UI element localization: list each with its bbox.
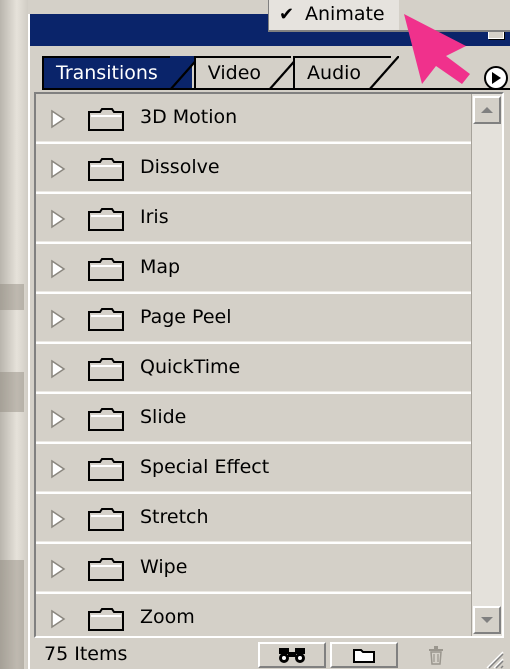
- triangle-right-icon[interactable]: [50, 559, 66, 579]
- background-artifact: [0, 372, 24, 412]
- scroll-up-button[interactable]: [473, 96, 501, 124]
- folder-icon: [88, 358, 124, 381]
- arrow-up-icon: [481, 107, 493, 113]
- menu-item-animate[interactable]: ✔ Animate: [269, 0, 399, 30]
- list-item[interactable]: Dissolve: [36, 144, 472, 194]
- tab-label: Audio: [307, 62, 362, 84]
- trash-icon: [429, 646, 443, 665]
- vertical-scrollbar[interactable]: [471, 94, 502, 636]
- list-item-label: Wipe: [140, 556, 188, 578]
- delete-button[interactable]: [402, 642, 470, 668]
- list-item-label: Page Peel: [140, 306, 232, 328]
- scroll-down-button[interactable]: [473, 606, 501, 634]
- tab-transitions[interactable]: Transitions: [42, 56, 200, 90]
- folder-icon: [88, 108, 124, 131]
- list-item-label: Zoom: [140, 606, 195, 628]
- folder-icon: [88, 558, 124, 581]
- folder-icon: [88, 208, 124, 231]
- panel-menu-arrow-icon: [492, 72, 501, 84]
- list-item[interactable]: Stretch: [36, 494, 472, 544]
- arrow-down-icon: [481, 617, 493, 623]
- list-item[interactable]: Page Peel: [36, 294, 472, 344]
- folder-icon: [88, 258, 124, 281]
- list-item-label: Stretch: [140, 506, 209, 528]
- tab-label: Video: [207, 62, 262, 84]
- background-artifact: [0, 560, 24, 669]
- list-item-label: QuickTime: [140, 356, 241, 378]
- list-item[interactable]: Iris: [36, 194, 472, 244]
- list-item[interactable]: Zoom: [36, 594, 472, 636]
- menu-item-label: Animate: [305, 3, 385, 25]
- transitions-list-frame: 3D Motion Dissolve Iris Map Page Peel QuickTi…: [34, 92, 504, 638]
- tab-audio[interactable]: Audio: [293, 56, 400, 90]
- triangle-right-icon[interactable]: [50, 309, 66, 329]
- folder-icon: [88, 308, 124, 331]
- list-item[interactable]: 3D Motion: [36, 94, 472, 144]
- list-item-label: Iris: [140, 206, 169, 228]
- triangle-right-icon[interactable]: [50, 209, 66, 229]
- triangle-right-icon[interactable]: [50, 609, 66, 629]
- palette-footer: 75 Items: [34, 640, 504, 669]
- triangle-right-icon[interactable]: [50, 459, 66, 479]
- folder-icon: [88, 508, 124, 531]
- find-button[interactable]: [258, 642, 326, 668]
- new-bin-button[interactable]: [330, 642, 398, 668]
- triangle-right-icon[interactable]: [50, 159, 66, 179]
- list-item[interactable]: Map: [36, 244, 472, 294]
- tab-label: Transitions: [56, 62, 158, 84]
- tab-divider: [42, 88, 510, 90]
- transitions-palette: Transitions Video Audio 3D Motion Dissolv…: [28, 14, 510, 669]
- folder-icon: [88, 608, 124, 631]
- binoculars-icon: [279, 648, 305, 663]
- triangle-right-icon[interactable]: [50, 109, 66, 129]
- transitions-list: 3D Motion Dissolve Iris Map Page Peel QuickTi…: [36, 94, 472, 636]
- checkmark-icon: ✔: [279, 4, 295, 25]
- list-item-label: Dissolve: [140, 156, 220, 178]
- list-item[interactable]: Wipe: [36, 544, 472, 594]
- triangle-right-icon[interactable]: [50, 359, 66, 379]
- list-item-label: 3D Motion: [140, 106, 238, 128]
- panel-menu-button[interactable]: [484, 66, 508, 90]
- item-count: 75 Items: [44, 643, 128, 665]
- background-window-edge: [0, 0, 28, 669]
- list-item[interactable]: QuickTime: [36, 344, 472, 394]
- list-item[interactable]: Special Effect: [36, 444, 472, 494]
- tab-video[interactable]: Video: [193, 56, 300, 90]
- background-artifact: [0, 284, 24, 310]
- pink-cursor-arrow-icon: [404, 14, 470, 84]
- list-item-label: Special Effect: [140, 456, 270, 478]
- triangle-right-icon[interactable]: [50, 259, 66, 279]
- folder-icon: [88, 158, 124, 181]
- list-item[interactable]: Slide: [36, 394, 472, 444]
- new-folder-icon: [353, 649, 375, 663]
- folder-icon: [88, 408, 124, 431]
- screen: Transitions Video Audio 3D Motion Dissolv…: [0, 0, 510, 669]
- folder-icon: [88, 458, 124, 481]
- resize-grip-icon[interactable]: [482, 647, 504, 669]
- triangle-right-icon[interactable]: [50, 509, 66, 529]
- triangle-right-icon[interactable]: [50, 409, 66, 429]
- list-item-label: Map: [140, 256, 181, 278]
- list-item-label: Slide: [140, 406, 187, 428]
